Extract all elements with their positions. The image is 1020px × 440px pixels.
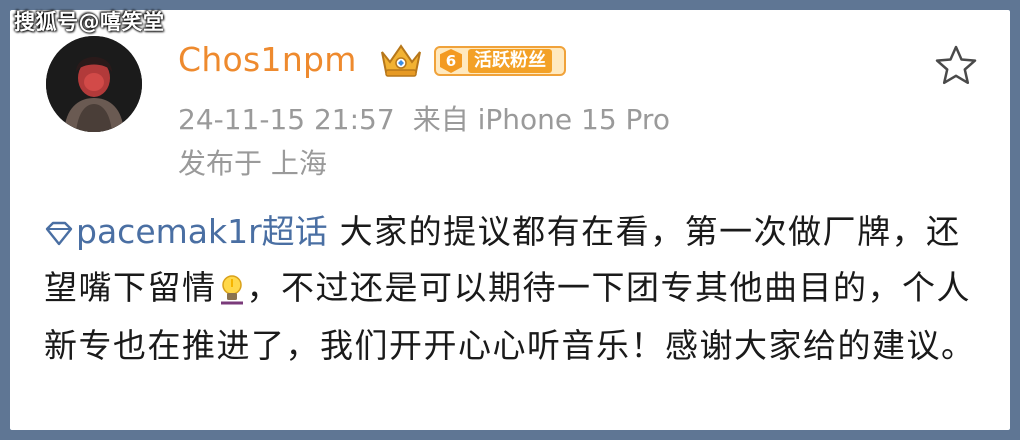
post-location: 发布于 上海 xyxy=(178,147,327,180)
weibo-post-card: Chos1npm 6 活跃粉丝 24-11-15 21:57 来自 iPhone … xyxy=(10,10,1010,430)
fan-badge[interactable]: 6 活跃粉丝 xyxy=(434,46,566,76)
watermark: 搜狐号@嘻笑堂 xyxy=(14,10,165,34)
diamond-topic-icon xyxy=(44,210,74,262)
star-outline-icon[interactable] xyxy=(934,44,978,86)
topic-label: pacemak1r超话 xyxy=(76,212,328,251)
avatar[interactable] xyxy=(46,36,142,132)
fan-level: 6 xyxy=(440,49,462,73)
username[interactable]: Chos1npm xyxy=(178,40,357,79)
timestamp: 24-11-15 21:57 xyxy=(178,103,395,136)
post-content: pacemak1r超话 大家的提议都有在看，第一次做厂牌，还望嘴下留情 ，不过还是… xyxy=(44,206,994,372)
post-source: 来自 iPhone 15 Pro xyxy=(412,103,670,136)
fan-badge-label: 活跃粉丝 xyxy=(468,49,552,73)
topic-link[interactable]: pacemak1r超话 xyxy=(44,212,328,251)
post-meta: 24-11-15 21:57 来自 iPhone 15 Pro xyxy=(178,98,670,138)
crown-badge-icon xyxy=(376,40,426,80)
lightbulb-emoji-icon xyxy=(217,268,247,320)
